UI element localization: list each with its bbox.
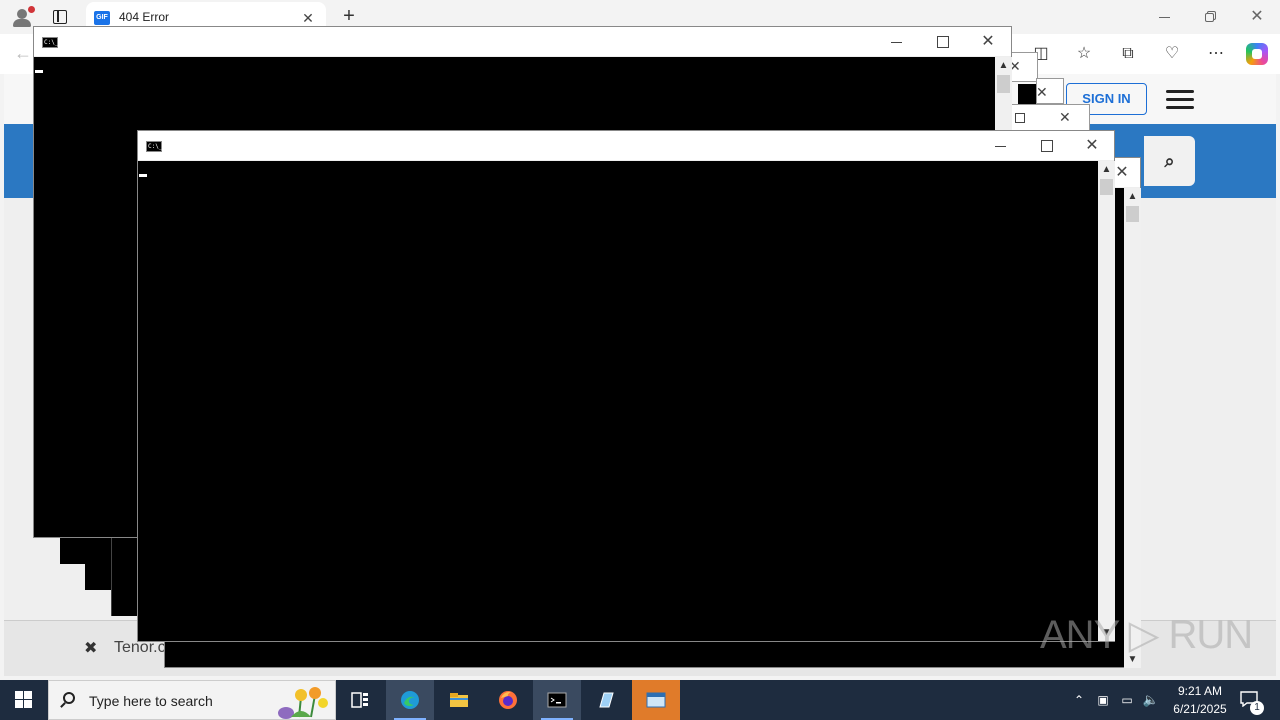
search-highlight-art-icon [278,687,328,719]
clock-time[interactable]: 9:21 AM [1170,684,1230,698]
cmd-icon: C:\_ [146,141,163,152]
console-cursor [35,70,43,73]
firefox-icon[interactable] [484,680,532,720]
notepad-taskbar-icon[interactable] [582,680,630,720]
console-minimize-button[interactable] [882,31,912,53]
scroll-thumb[interactable] [1100,179,1113,195]
browser-minimize-button[interactable] [1150,6,1180,28]
notification-count-badge: 1 [1250,701,1264,715]
more-icon[interactable]: ⋯ [1205,43,1227,65]
cmd-taskbar-icon[interactable] [533,680,581,720]
browser-close-button[interactable]: ✕ [1242,6,1272,28]
menu-icon[interactable] [1166,90,1196,110]
scroll-thumb[interactable] [1126,206,1139,222]
console-window-edge [1018,84,1036,104]
anyrun-watermark: ANY ▷ RUN [1040,613,1253,657]
scroll-up-icon[interactable]: ▲ [1124,188,1141,205]
gif-favicon-icon: GIF [94,11,110,25]
network-device-icon[interactable]: ▣ [1094,680,1112,720]
console-cursor [139,174,147,177]
scroll-up-icon[interactable]: ▲ [1098,161,1115,178]
footer-close-icon[interactable]: ✖ [84,638,97,658]
show-hidden-icons-icon[interactable]: ⌃ [1070,680,1088,720]
copilot-icon[interactable] [1246,43,1268,65]
console-close-button[interactable]: ✕ [1077,135,1107,157]
search-icon[interactable]: ⌕ [1144,136,1195,186]
maximize-icon[interactable] [1015,113,1025,123]
new-tab-button[interactable]: + [338,5,360,27]
cmd-icon: C:\_ [42,37,59,48]
scroll-up-icon[interactable]: ▲ [995,57,1012,74]
edge-taskbar-icon[interactable] [386,680,434,720]
console-maximize-button[interactable] [927,31,957,53]
browser-essentials-icon[interactable]: ♡ [1161,43,1183,65]
tab-actions-icon[interactable] [48,6,72,28]
notification-center-icon[interactable]: 1 [1236,680,1266,720]
volume-icon[interactable]: 🔈 [1142,680,1160,720]
console-window-front[interactable]: C:\_ ✕ ▲ ▼ [137,130,1115,642]
console-scrollbar[interactable]: ▲ ▼ [1098,161,1115,641]
console-titlebar[interactable]: C:\_ ✕ [138,131,1114,161]
scroll-thumb[interactable] [997,75,1010,93]
file-explorer-icon[interactable] [435,680,483,720]
console-titlebar[interactable]: C:\_ ✕ [34,27,1011,57]
clock-date[interactable]: 6/21/2025 [1166,702,1234,716]
taskbar-search-placeholder: Type here to search [89,693,213,709]
start-button[interactable] [0,680,48,720]
console-close-button[interactable]: ✕ [973,31,1003,53]
favorites-icon[interactable]: ☆ [1073,43,1095,65]
console-minimize-button[interactable] [986,135,1016,157]
search-icon [63,692,75,704]
console-scrollbar[interactable]: ▲ ▼ [1124,188,1141,668]
collections-icon[interactable]: ⧉ [1117,43,1139,65]
window-app-taskbar-icon[interactable] [632,680,680,720]
tab-title: 404 Error [119,10,170,24]
close-icon[interactable]: ✕ [1036,84,1048,101]
taskbar-search-input[interactable]: Type here to search [48,680,336,720]
task-view-icon[interactable] [336,680,384,720]
network-icon[interactable]: ▭ [1118,680,1136,720]
tab-close-button[interactable]: ✕ [298,8,318,28]
profile-icon[interactable] [8,6,36,28]
close-icon[interactable]: ✕ [1059,109,1071,126]
console-maximize-button[interactable] [1031,135,1061,157]
browser-restore-button[interactable] [1196,6,1226,28]
